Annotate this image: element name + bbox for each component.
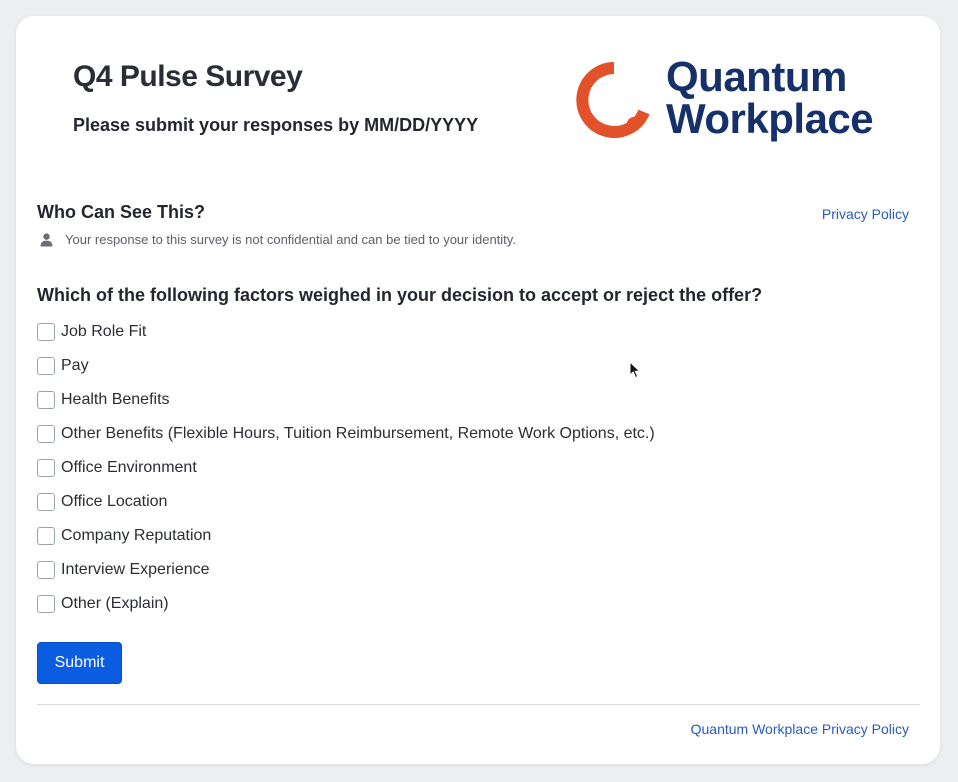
option-office-environment[interactable]: Office Environment xyxy=(37,451,655,485)
footer-divider xyxy=(37,704,920,705)
checkbox[interactable] xyxy=(37,493,55,511)
visibility-note-row: Your response to this survey is not conf… xyxy=(40,232,516,247)
checkbox[interactable] xyxy=(37,357,55,375)
option-company-reputation[interactable]: Company Reputation xyxy=(37,519,655,553)
checkbox[interactable] xyxy=(37,459,55,477)
option-other-benefits[interactable]: Other Benefits (Flexible Hours, Tuition … xyxy=(37,417,655,451)
option-label: Health Benefits xyxy=(61,391,170,408)
checkbox[interactable] xyxy=(37,323,55,341)
option-label: Office Environment xyxy=(61,459,197,476)
logo-wordmark: Quantum Workplace xyxy=(666,53,874,142)
visibility-heading: Who Can See This? xyxy=(37,202,206,222)
option-office-location[interactable]: Office Location xyxy=(37,485,655,519)
checkbox[interactable] xyxy=(37,527,55,545)
logo-ring-icon xyxy=(576,62,650,138)
privacy-policy-link[interactable]: Privacy Policy xyxy=(822,206,909,222)
checkbox[interactable] xyxy=(37,595,55,613)
survey-card: Q4 Pulse Survey Please submit your respo… xyxy=(16,16,940,764)
due-date-note: Please submit your responses by MM/DD/YY… xyxy=(73,115,479,135)
option-pay[interactable]: Pay xyxy=(37,349,655,383)
option-label: Pay xyxy=(61,357,89,374)
option-label: Office Location xyxy=(61,493,168,510)
checkbox[interactable] xyxy=(37,391,55,409)
logo-line-2: Workplace xyxy=(666,95,874,142)
person-icon xyxy=(40,232,53,246)
logo-line-1: Quantum xyxy=(666,53,847,100)
option-health-benefits[interactable]: Health Benefits xyxy=(37,383,655,417)
option-other-explain[interactable]: Other (Explain) xyxy=(37,587,655,621)
option-label: Job Role Fit xyxy=(61,323,147,340)
option-label: Other (Explain) xyxy=(61,595,169,612)
visibility-note: Your response to this survey is not conf… xyxy=(65,232,516,247)
option-label: Company Reputation xyxy=(61,527,212,544)
option-interview-experience[interactable]: Interview Experience xyxy=(37,553,655,587)
checkbox[interactable] xyxy=(37,561,55,579)
option-job-role-fit[interactable]: Job Role Fit xyxy=(37,315,655,349)
mouse-cursor-icon xyxy=(629,361,641,379)
page-title: Q4 Pulse Survey xyxy=(73,60,303,93)
option-label: Interview Experience xyxy=(61,561,210,578)
option-label: Other Benefits (Flexible Hours, Tuition … xyxy=(61,425,655,442)
checkbox[interactable] xyxy=(37,425,55,443)
quantum-workplace-logo: Quantum Workplace xyxy=(574,56,894,152)
footer-privacy-link[interactable]: Quantum Workplace Privacy Policy xyxy=(691,721,909,737)
question-text: Which of the following factors weighed i… xyxy=(37,285,763,305)
options-list: Job Role Fit Pay Health Benefits Other B… xyxy=(37,315,655,621)
submit-button[interactable]: Submit xyxy=(37,642,122,684)
